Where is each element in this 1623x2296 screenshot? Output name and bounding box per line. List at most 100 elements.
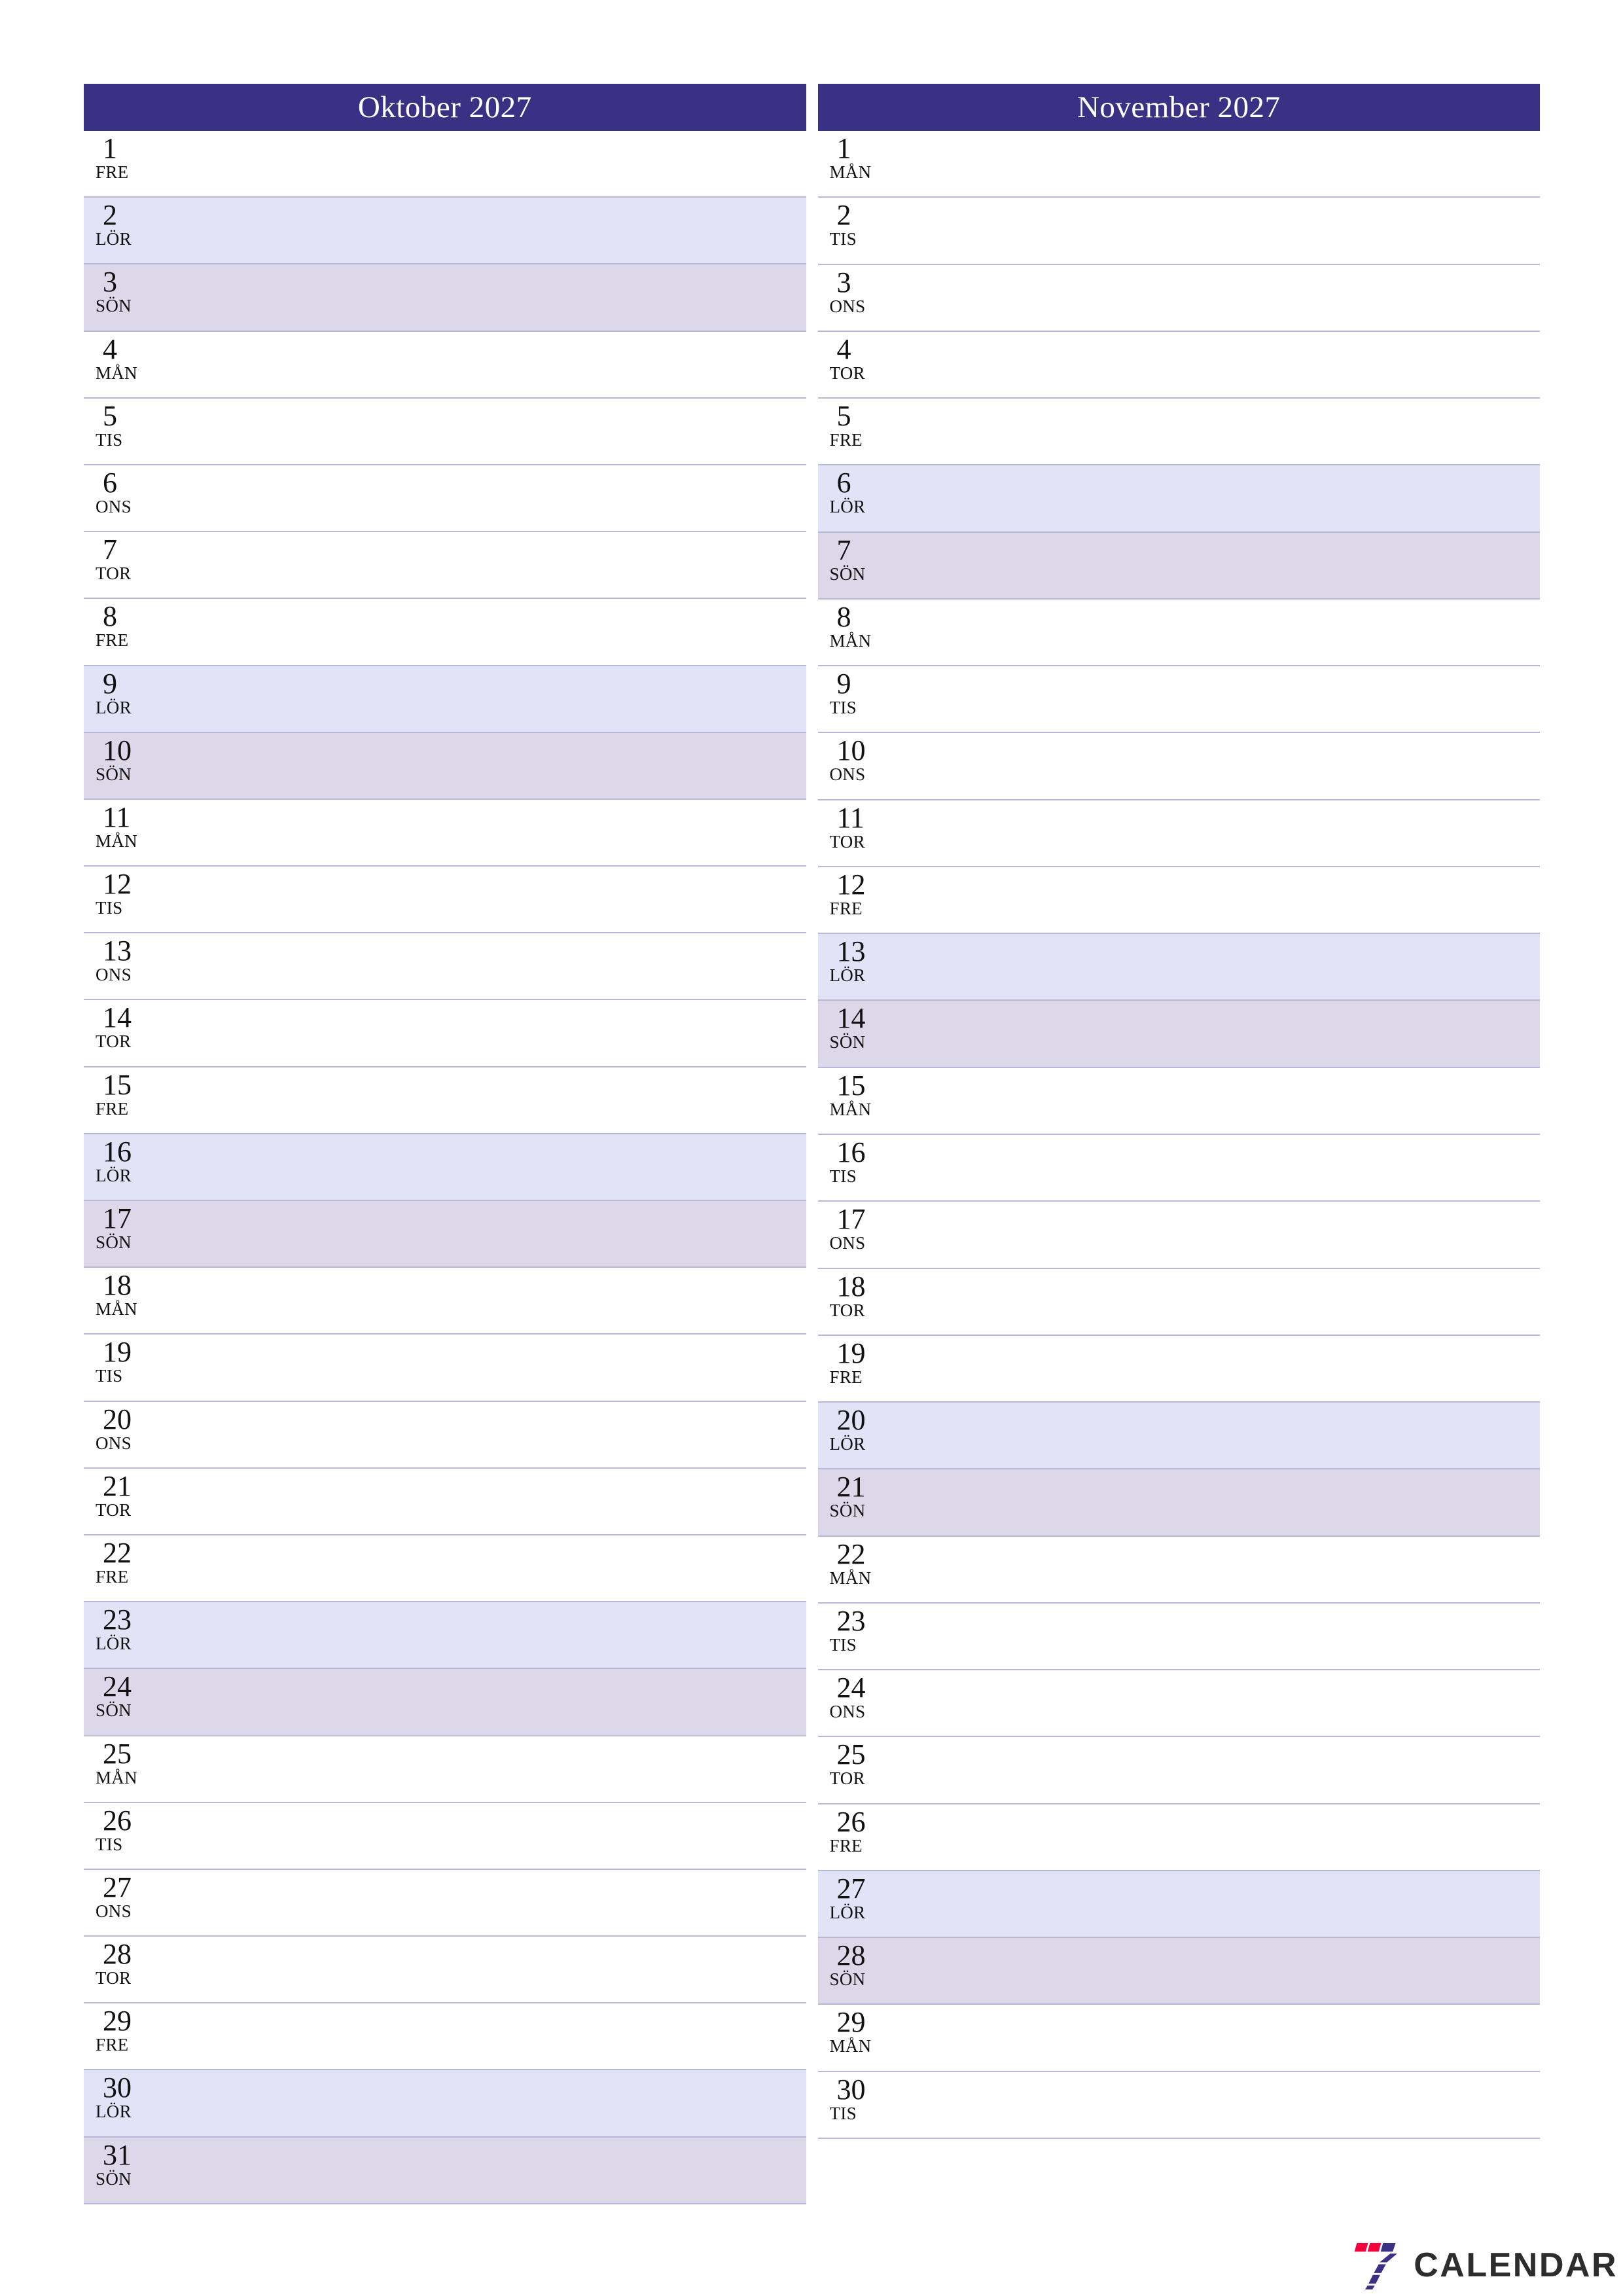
day-row[interactable]: 16 LÖR bbox=[84, 1134, 806, 1201]
day-row[interactable]: 11 MÅN bbox=[84, 799, 806, 867]
day-row[interactable]: 1 MÅN bbox=[817, 131, 1540, 198]
day-row[interactable]: 3 ONS bbox=[817, 264, 1540, 332]
day-row[interactable]: 20 LÖR bbox=[817, 1403, 1540, 1470]
day-number: 3 bbox=[103, 266, 117, 298]
day-row[interactable]: 19 FRE bbox=[817, 1335, 1540, 1403]
day-row[interactable]: 2 TIS bbox=[817, 198, 1540, 265]
day-row[interactable]: 3 SÖN bbox=[84, 264, 806, 332]
day-row[interactable]: 23 LÖR bbox=[84, 1602, 806, 1670]
day-weekday-abbr: ONS bbox=[829, 296, 866, 316]
day-number: 17 bbox=[103, 1202, 132, 1234]
day-number: 1 bbox=[836, 132, 851, 164]
day-weekday-abbr: LÖR bbox=[96, 697, 132, 717]
day-row[interactable]: 7 TOR bbox=[84, 532, 806, 600]
day-row[interactable]: 30 LÖR bbox=[84, 2070, 806, 2138]
day-row[interactable]: 13 LÖR bbox=[817, 934, 1540, 1001]
day-row-list: 1 FRE 2 LÖR 3 SÖN 4 MÅN 5 TIS 6 ONS 7 TOR 8 FRE 9 LÖR 10 SÖ… bbox=[84, 131, 806, 2204]
day-row[interactable]: 21 SÖN bbox=[817, 1469, 1540, 1537]
day-weekday-abbr: LÖR bbox=[829, 1434, 866, 1454]
day-row[interactable]: 18 MÅN bbox=[84, 1268, 806, 1335]
day-row[interactable]: 19 TIS bbox=[84, 1335, 806, 1402]
day-row[interactable]: 5 TIS bbox=[84, 398, 806, 465]
day-row[interactable]: 24 ONS bbox=[817, 1670, 1540, 1738]
day-weekday-abbr: SÖN bbox=[96, 296, 132, 316]
day-row[interactable]: 31 SÖN bbox=[84, 2137, 806, 2204]
day-weekday-abbr: SÖN bbox=[96, 1232, 132, 1252]
day-number: 4 bbox=[103, 332, 117, 365]
day-row[interactable]: 8 FRE bbox=[84, 599, 806, 666]
day-row[interactable]: 12 TIS bbox=[84, 867, 806, 934]
day-weekday-abbr: FRE bbox=[829, 898, 863, 918]
day-row[interactable]: 6 LÖR bbox=[817, 465, 1540, 533]
day-row[interactable]: 15 MÅN bbox=[817, 1067, 1540, 1135]
day-row[interactable]: 18 TOR bbox=[817, 1268, 1540, 1336]
day-row[interactable]: 25 MÅN bbox=[84, 1736, 806, 1803]
day-row[interactable]: 10 SÖN bbox=[84, 732, 806, 800]
day-weekday-abbr: TOR bbox=[829, 831, 865, 852]
day-row[interactable]: 11 TOR bbox=[817, 800, 1540, 867]
day-row[interactable]: 27 LÖR bbox=[817, 1871, 1540, 1939]
day-row[interactable]: 21 TOR bbox=[84, 1468, 806, 1535]
day-row[interactable]: 28 TOR bbox=[84, 1937, 806, 2004]
day-weekday-abbr: SÖN bbox=[96, 764, 132, 784]
day-row[interactable]: 4 TOR bbox=[817, 331, 1540, 399]
day-row[interactable]: 17 ONS bbox=[817, 1202, 1540, 1269]
day-row[interactable]: 6 ONS bbox=[84, 465, 806, 533]
day-row[interactable]: 10 ONS bbox=[817, 733, 1540, 800]
day-row[interactable]: 20 ONS bbox=[84, 1401, 806, 1469]
day-row[interactable]: 9 LÖR bbox=[84, 666, 806, 733]
day-weekday-abbr: TOR bbox=[96, 1499, 132, 1520]
day-weekday-abbr: LÖR bbox=[829, 1902, 866, 1922]
day-weekday-abbr: TOR bbox=[96, 564, 132, 584]
day-row[interactable]: 5 FRE bbox=[817, 399, 1540, 466]
day-number: 5 bbox=[103, 399, 117, 432]
day-row[interactable]: 25 TOR bbox=[817, 1737, 1540, 1804]
day-number: 9 bbox=[103, 667, 117, 700]
day-number: 28 bbox=[836, 1939, 866, 1972]
day-number: 16 bbox=[103, 1135, 132, 1168]
day-row[interactable]: 14 TOR bbox=[84, 1000, 806, 1067]
day-number: 17 bbox=[836, 1203, 866, 1236]
month-columns: Oktober 2027 1 FRE 2 LÖR 3 SÖN 4 MÅN 5 TIS 6 ONS 7 TOR… bbox=[84, 84, 1540, 2205]
day-row[interactable]: 16 TIS bbox=[817, 1134, 1540, 1202]
day-number: 21 bbox=[836, 1471, 866, 1503]
day-row[interactable]: 1 FRE bbox=[84, 131, 806, 198]
day-number: 8 bbox=[836, 600, 851, 633]
day-row[interactable]: 14 SÖN bbox=[817, 1001, 1540, 1068]
day-weekday-abbr: SÖN bbox=[829, 1969, 866, 1990]
day-number: 7 bbox=[103, 533, 117, 566]
day-weekday-abbr: TIS bbox=[96, 898, 123, 918]
day-row[interactable]: 28 SÖN bbox=[817, 1938, 1540, 2005]
day-row[interactable]: 27 ONS bbox=[84, 1869, 806, 1937]
day-row[interactable]: 29 MÅN bbox=[817, 2005, 1540, 2072]
day-number: 5 bbox=[836, 400, 851, 433]
day-weekday-abbr: TOR bbox=[829, 1768, 865, 1789]
day-row[interactable]: 26 FRE bbox=[817, 1804, 1540, 1871]
day-row[interactable]: 30 TIS bbox=[817, 2072, 1540, 2139]
day-weekday-abbr: TIS bbox=[829, 2103, 857, 2123]
day-weekday-abbr: TIS bbox=[829, 698, 857, 718]
day-row[interactable]: 12 FRE bbox=[817, 867, 1540, 935]
day-row[interactable]: 23 TIS bbox=[817, 1603, 1540, 1671]
day-row[interactable]: 4 MÅN bbox=[84, 331, 806, 399]
day-row[interactable]: 22 MÅN bbox=[817, 1536, 1540, 1604]
day-row[interactable]: 7 SÖN bbox=[817, 532, 1540, 600]
day-row[interactable]: 24 SÖN bbox=[84, 1669, 806, 1736]
day-number: 24 bbox=[836, 1672, 866, 1704]
day-weekday-abbr: TIS bbox=[96, 1834, 123, 1854]
day-number: 19 bbox=[836, 1336, 866, 1369]
day-row[interactable]: 2 LÖR bbox=[84, 198, 806, 265]
day-row[interactable]: 26 TIS bbox=[84, 1803, 806, 1870]
day-row[interactable]: 8 MÅN bbox=[817, 599, 1540, 667]
day-row[interactable]: 29 FRE bbox=[84, 2003, 806, 2071]
day-number: 19 bbox=[103, 1336, 132, 1369]
day-row[interactable]: 22 FRE bbox=[84, 1535, 806, 1603]
day-number: 6 bbox=[836, 467, 851, 499]
day-row[interactable]: 17 SÖN bbox=[84, 1201, 806, 1268]
day-weekday-abbr: FRE bbox=[829, 1367, 863, 1387]
day-number: 20 bbox=[836, 1404, 866, 1437]
day-number: 2 bbox=[836, 199, 851, 232]
day-row[interactable]: 9 TIS bbox=[817, 666, 1540, 734]
day-row[interactable]: 13 ONS bbox=[84, 933, 806, 1001]
day-row[interactable]: 15 FRE bbox=[84, 1067, 806, 1134]
